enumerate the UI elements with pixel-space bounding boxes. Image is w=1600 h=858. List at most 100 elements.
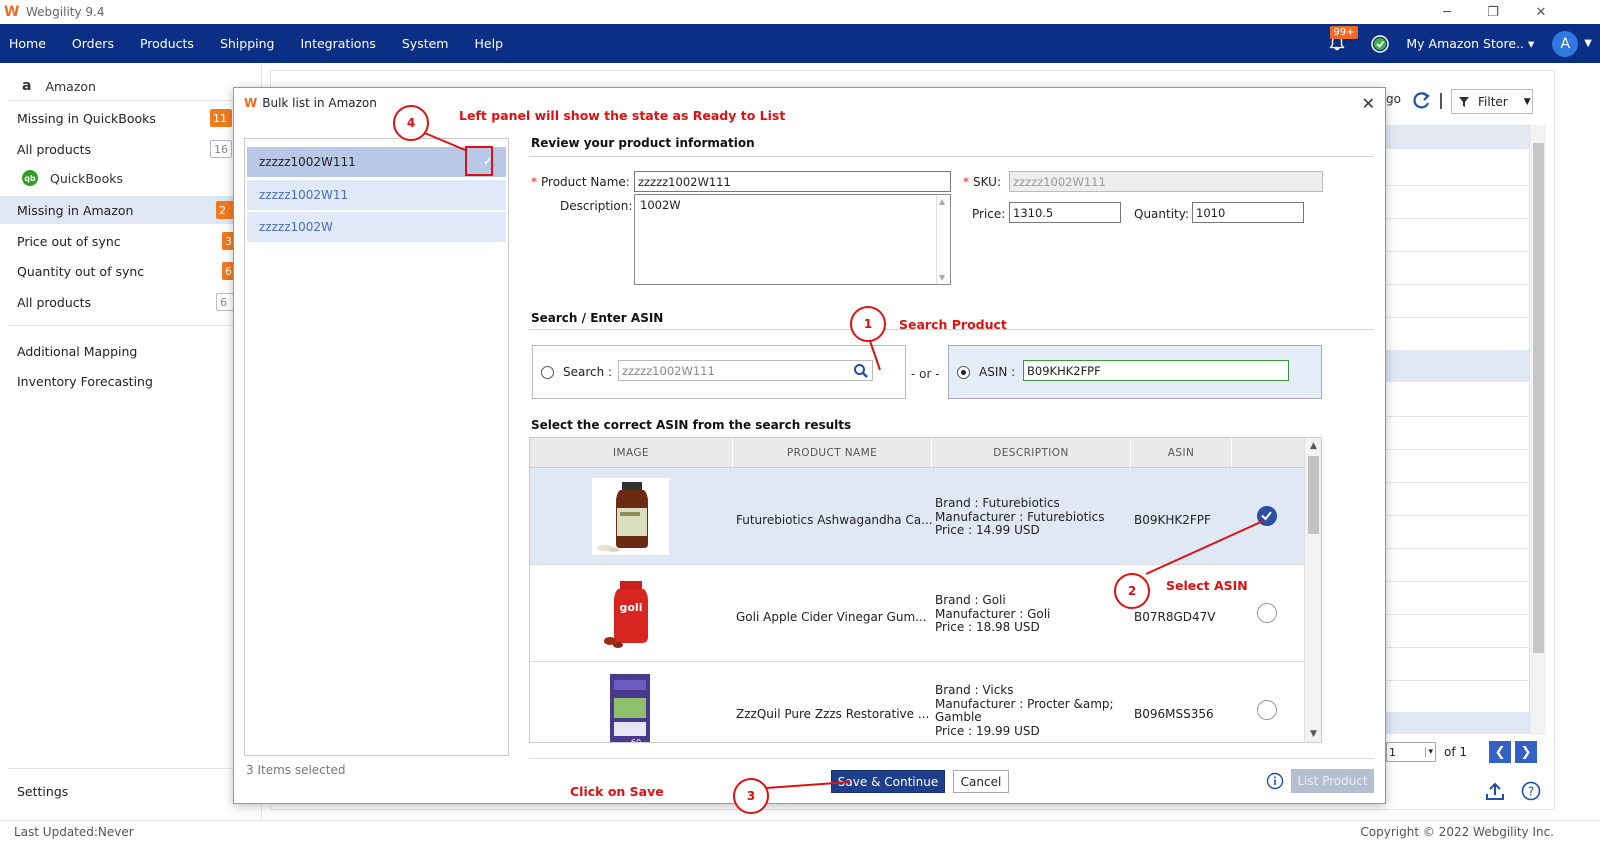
chevron-left-icon: ❮ [1494,744,1506,760]
close-icon[interactable]: ✕ [1362,94,1375,113]
sidebar-item-missing-amazon[interactable]: Missing in Amazon 2 [0,196,250,224]
chevron-down-icon[interactable]: ▼ [1584,38,1592,49]
upload-icon[interactable] [1484,780,1506,802]
results-scrollbar[interactable]: ▲ ▼ [1304,438,1321,742]
description-textarea[interactable]: 1002W ▲ ▼ [634,194,951,285]
nav-system[interactable]: System [389,24,462,63]
chevron-down-icon: ▾ [1528,36,1535,51]
cancel-button[interactable]: Cancel [953,770,1009,793]
notification-badge: 99+ [1330,25,1358,39]
status-bar: Last Updated:Never Copyright © 2022 Webg… [0,820,1600,858]
close-window-icon[interactable]: ✕ [1518,0,1564,24]
save-continue-button[interactable]: Save & Continue [831,770,945,793]
minimize-icon[interactable]: ─ [1424,0,1470,24]
sidebar-item-label: Quantity out of sync [17,263,145,279]
refresh-icon[interactable] [1410,90,1432,112]
notifications-button[interactable]: 99+ [1328,25,1358,54]
asin-option-box: ASIN : B09KHK2FPF [948,345,1322,399]
scrollbar-thumb[interactable] [1308,456,1319,534]
sidebar-item-inventory-forecasting[interactable]: Inventory Forecasting [0,367,250,395]
asin-input[interactable]: B09KHK2FPF [1023,360,1289,381]
page-input[interactable]: 1 ▾ [1386,742,1436,762]
chevron-up-icon: ▲ [939,197,946,206]
nav-home[interactable]: Home [0,24,59,63]
manufacturer-text-continued: Gamble [935,710,982,724]
sidebar-item-label: All products [17,294,92,310]
avatar[interactable]: A [1552,30,1579,57]
description-cell: Brand : Futurebiotics Manufacturer : Fut… [935,496,1104,538]
annotation-text-1: Search Product [899,317,1007,332]
asin-select-radio[interactable] [1257,603,1277,623]
dialog-title-text: Bulk list in Amazon [262,96,377,110]
dialog-title: W Bulk list in Amazon [244,96,377,110]
nav-shipping[interactable]: Shipping [207,24,288,63]
column-header-description: DESCRIPTION [932,438,1131,468]
search-icon[interactable] [853,363,869,379]
textarea-scrollbar[interactable]: ▲ ▼ [936,195,950,284]
grid-row-line [1386,581,1529,582]
manufacturer-text: Manufacturer : Goli [935,606,1051,621]
help-icon[interactable]: ? [1520,780,1542,802]
list-item-label: zzzzz1002W111 [259,155,356,169]
table-row[interactable]: Futurebiotics Ashwagandha Ca... Brand : … [530,468,1305,565]
description-cell: Brand : Goli Manufacturer : Goli Price :… [935,593,1051,635]
chevron-down-icon[interactable]: ▼ [1305,726,1321,742]
list-item[interactable]: zzzzz1002W11 [247,180,506,210]
nav-integrations[interactable]: Integrations [287,24,388,63]
annotation-text-2: Select ASIN [1166,578,1248,593]
pagination: 1 ▾ of 1 ❮ ❯ [1386,741,1538,763]
nav-products[interactable]: Products [127,24,207,63]
grid-scrollbar[interactable] [1529,125,1546,735]
review-section-title: Review your product information [531,136,755,150]
asin-select-radio[interactable] [1257,700,1277,720]
product-name-input[interactable]: zzzzz1002W111 [634,171,951,192]
sku-label-text: SKU: [973,175,1001,189]
table-row[interactable]: 60 ZzzQuil Pure Zzzs Restorative ... Bra… [530,662,1305,742]
scrollbar-thumb[interactable] [1533,143,1544,653]
grid-row-line [1386,284,1529,285]
quantity-label: Quantity: [1134,207,1190,221]
price-text: Price : 14.99 USD [935,523,1040,537]
asin-select-radio[interactable] [1257,506,1277,526]
grid-horizontal-scroll[interactable] [1386,712,1529,734]
next-page-button[interactable]: ❯ [1515,741,1538,763]
store-selector[interactable]: My Amazon Store.. ▾ [1406,36,1534,51]
sync-status-icon[interactable] [1370,34,1390,54]
asin-radio[interactable] [957,366,970,379]
product-image-ashwagandha [592,478,669,555]
sidebar-item-price-out-of-sync[interactable]: Price out of sync 3 [0,227,250,255]
title-bar: W Webgility 9.4 ─ ❐ ✕ [0,0,1600,24]
nav-help[interactable]: Help [462,24,517,63]
sidebar: a Amazon Missing in QuickBooks 11 All pr… [0,63,262,838]
sidebar-item-quantity-out-of-sync[interactable]: Quantity out of sync 6 [0,257,250,285]
table-header: IMAGE PRODUCT NAME DESCRIPTION ASIN [530,438,1305,468]
prev-page-button[interactable]: ❮ [1489,741,1512,763]
chevron-down-icon: ▾ [1425,747,1433,757]
info-icon[interactable] [1266,772,1284,790]
grid-row-line [1386,218,1529,219]
grid-row-selected [1386,350,1529,382]
store-name: My Amazon Store.. [1406,36,1525,51]
chevron-up-icon[interactable]: ▲ [1305,438,1321,454]
annotation-text-3: Click on Save [570,784,664,799]
go-button[interactable]: go [1386,92,1401,106]
search-input[interactable]: zzzzz1002W111 [618,360,873,381]
sidebar-item-all-products-amazon[interactable]: All products 16 [0,135,250,163]
settings-link[interactable]: Settings [17,784,68,799]
list-item[interactable]: zzzzz1002W [247,212,506,242]
page-of-label: of 1 [1444,745,1468,759]
product-name-cell: Futurebiotics Ashwagandha Ca... [736,513,933,527]
nav-orders[interactable]: Orders [59,24,127,63]
chevron-right-icon: ❯ [1520,744,1532,760]
quantity-input[interactable]: 1010 [1192,202,1304,223]
search-radio[interactable] [541,366,554,379]
amazon-section: a Amazon [22,78,96,94]
divider [8,100,248,101]
price-input[interactable]: 1310.5 [1009,202,1121,223]
annotation-marker-1: 1 [850,306,886,342]
sidebar-item-all-products-qb[interactable]: All products 6 [0,288,250,316]
restore-icon[interactable]: ❐ [1470,0,1516,24]
sidebar-item-missing-quickbooks[interactable]: Missing in QuickBooks 11 [0,104,250,132]
sidebar-item-additional-mapping[interactable]: Additional Mapping [0,337,250,365]
filter-button[interactable]: Filter ▼ [1451,89,1533,114]
